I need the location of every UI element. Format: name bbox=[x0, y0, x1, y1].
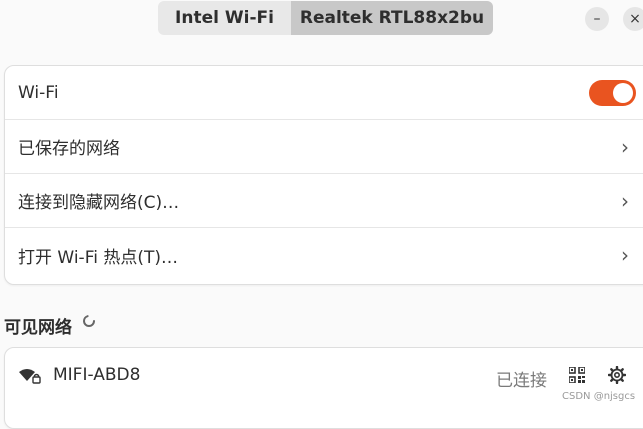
connect-hidden-network-row[interactable]: 连接到隐藏网络(C)… › bbox=[5, 174, 643, 228]
minimize-icon: – bbox=[593, 11, 601, 27]
wifi-settings-card: Wi-Fi 已保存的网络 › 连接到隐藏网络(C)… › 打开 Wi-Fi 热点… bbox=[4, 65, 643, 285]
close-icon: × bbox=[629, 11, 641, 27]
hotspot-row[interactable]: 打开 Wi-Fi 热点(T)… › bbox=[5, 228, 643, 282]
tab-intel-wifi[interactable]: Intel Wi-Fi bbox=[158, 1, 291, 35]
saved-networks-row[interactable]: 已保存的网络 › bbox=[5, 120, 643, 174]
qr-code-icon[interactable] bbox=[569, 367, 585, 383]
spinner-icon bbox=[83, 315, 95, 327]
wifi-signal-icon bbox=[19, 369, 41, 384]
saved-networks-label: 已保存的网络 bbox=[18, 139, 120, 159]
connect-hidden-label: 连接到隐藏网络(C)… bbox=[18, 193, 180, 213]
minimize-button[interactable]: – bbox=[585, 7, 609, 31]
visible-networks-card: MIFI-ABD8 已连接 bbox=[4, 347, 643, 429]
visible-networks-title: 可见网络 bbox=[4, 318, 72, 338]
tab-realtek[interactable]: Realtek RTL88x2bu bbox=[291, 1, 493, 35]
wifi-toggle[interactable] bbox=[589, 80, 636, 106]
network-row[interactable]: MIFI-ABD8 已连接 bbox=[5, 348, 643, 404]
close-button[interactable]: × bbox=[623, 7, 643, 31]
chevron-right-icon: › bbox=[621, 243, 629, 267]
wifi-label: Wi-Fi bbox=[18, 82, 59, 103]
chevron-right-icon: › bbox=[621, 188, 629, 213]
chevron-right-icon: › bbox=[621, 134, 629, 159]
hotspot-label: 打开 Wi-Fi 热点(T)… bbox=[18, 247, 179, 268]
adapter-tabs: Intel Wi-Fi Realtek RTL88x2bu bbox=[158, 1, 493, 35]
network-status: 已连接 bbox=[496, 371, 547, 391]
network-name: MIFI-ABD8 bbox=[53, 365, 141, 385]
toggle-knob bbox=[613, 83, 633, 103]
gear-icon[interactable] bbox=[608, 366, 626, 384]
wifi-row: Wi-Fi bbox=[5, 66, 643, 120]
watermark: CSDN @njsgcs bbox=[562, 391, 636, 402]
